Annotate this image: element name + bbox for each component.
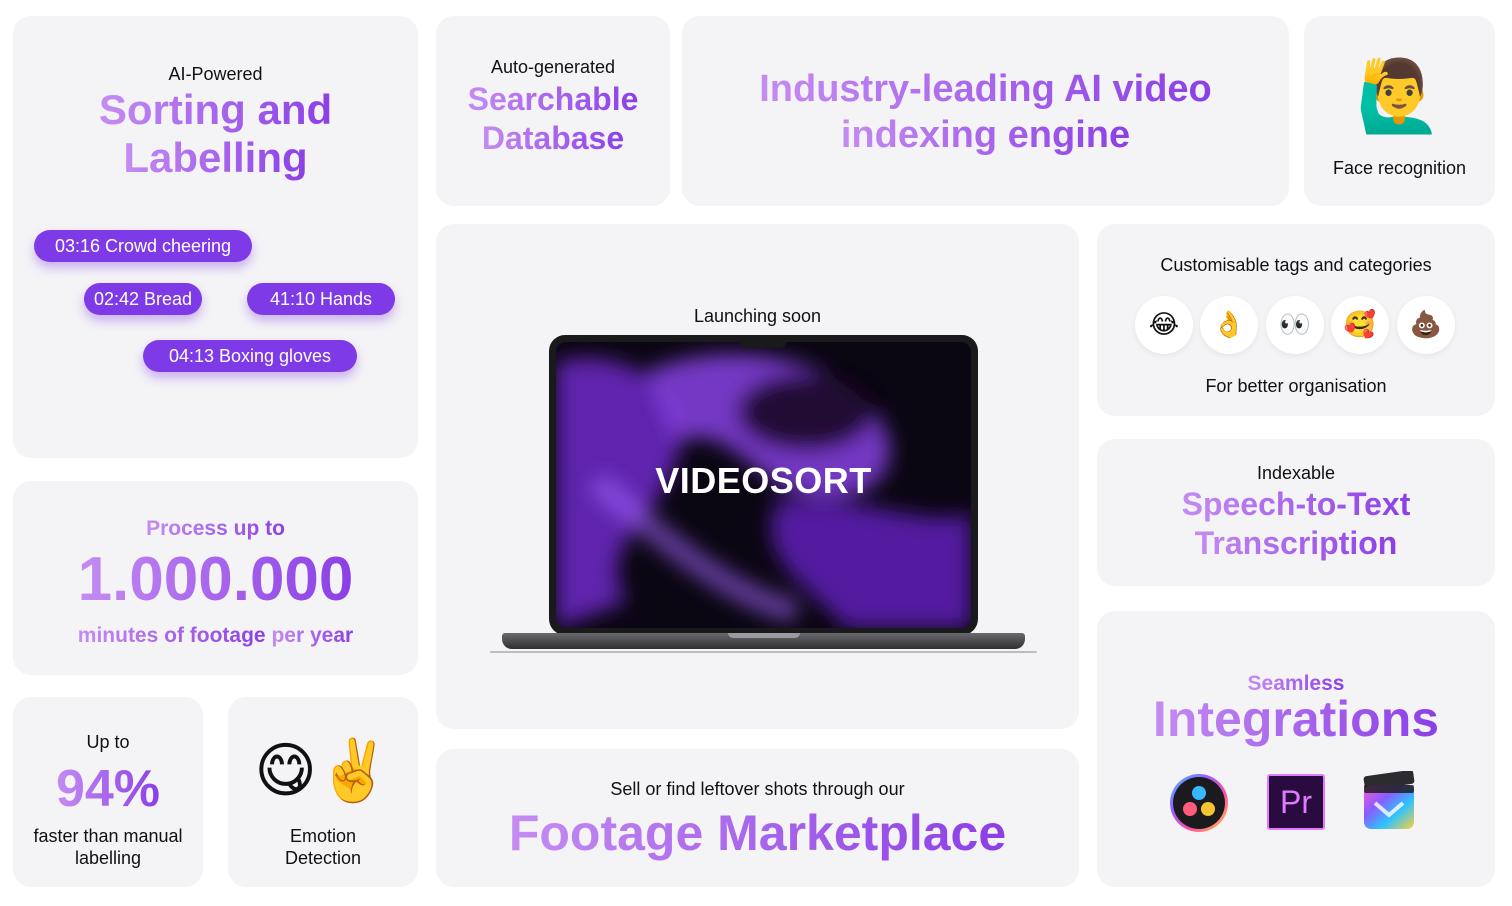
davinci-resolve-icon [1169,773,1229,833]
tags-card: Customisable tags and categories 😂 👌 👀 🥰… [1097,224,1495,416]
face-card: 🙋‍♂️ Face recognition [1304,16,1495,206]
sorting-kicker: AI-Powered [168,64,263,84]
database-title: Searchable Database [467,81,639,156]
integrations-title: Integrations [1152,691,1440,747]
speech-card: Indexable Speech-to-Text Transcription [1097,439,1495,586]
integrations-card: Seamless Integrations Pr [1097,611,1495,887]
screen-title: VIDEOSORT [655,460,872,501]
raising-hand-icon: 🙋‍♂️ [1355,55,1444,137]
sorting-card: AI-Powered Sorting and Labelling 03:16 C… [13,16,418,458]
engine-title: Industry-leading AI video indexing engin… [759,68,1212,156]
laptop-shadow [490,651,1037,653]
speed-bottom: faster than manual labelling [33,826,183,868]
ok-hand-emoji-icon: 👌 [1200,296,1258,354]
speed-card: Up to 94% faster than manual labelling [13,697,203,887]
process-bottom: minutes of footage per year [77,624,354,647]
laptop-display: VIDEOSORT [556,342,971,628]
speed-value: 94% [55,760,161,818]
hearts-face-emoji-icon: 🥰 [1331,296,1389,354]
laptop-base [502,633,1025,649]
speech-kicker: Indexable [1256,463,1336,483]
laptop-screen: VIDEOSORT [549,335,978,635]
yum-face-icon: 😋 [254,736,317,806]
speech-title: Speech-to-Text Transcription [1181,486,1411,561]
process-top: Process up to [146,517,285,540]
emotion-card: 😋✌️ Emotion Detection [228,697,418,887]
premiere-pro-label: Pr [1280,784,1312,820]
engine-card: Industry-leading AI video indexing engin… [682,16,1289,206]
premiere-pro-icon: Pr [1267,774,1325,830]
victory-hand-icon: ✌️ [316,736,392,806]
face-label: Face recognition [1332,158,1467,178]
process-card: Process up to 1.000.000 minutes of foota… [13,481,418,675]
emotion-label: Emotion Detection [284,826,362,868]
final-cut-pro-icon [1361,769,1417,831]
launch-card: Launching soon VIDEOSORT [436,224,1079,729]
laptop-base-notch [728,633,800,638]
process-number: 1.000.000 [77,545,354,614]
poop-emoji-icon: 💩 [1397,296,1455,354]
tags-title: Customisable tags and categories [1160,255,1432,275]
sorting-title: Sorting and Labelling [98,86,333,181]
eyes-emoji-icon: 👀 [1266,296,1324,354]
emotion-emojis: 😋✌️ [228,731,418,811]
tags-caption: For better organisation [1205,376,1387,396]
tag-pill: 41:10 Hands [247,283,395,315]
joy-emoji-icon: 😂 [1135,296,1193,354]
tag-pill: 02:42 Bread [84,283,202,315]
database-kicker: Auto-generated [490,57,616,77]
tag-pill: 04:13 Boxing gloves [143,340,357,372]
marketplace-card: Sell or find leftover shots through our … [436,749,1079,887]
database-card: Auto-generated Searchable Database [436,16,670,206]
speed-top: Up to [86,732,130,752]
launch-kicker: Launching soon [693,306,822,326]
marketplace-title: Footage Marketplace [508,805,1007,861]
tag-pill: 03:16 Crowd cheering [34,230,252,262]
camera-notch [740,335,786,348]
marketplace-kicker: Sell or find leftover shots through our [610,779,905,799]
